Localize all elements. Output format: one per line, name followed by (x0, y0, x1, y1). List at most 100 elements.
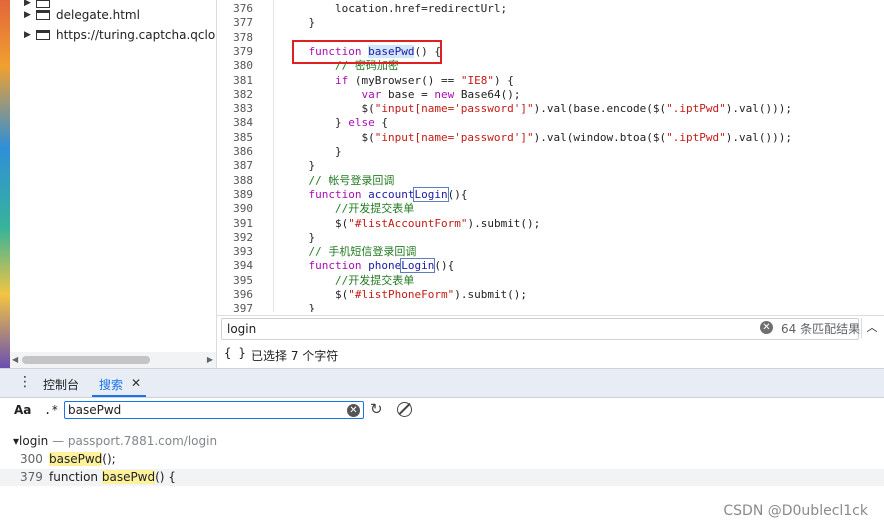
horizontal-scrollbar[interactable]: ◀ ▶ (10, 352, 216, 368)
expand-arrow-icon[interactable]: ▶ (24, 30, 36, 40)
pretty-print-icon[interactable]: { } (224, 346, 246, 360)
tab-console[interactable]: 控制台 (43, 376, 79, 393)
file-tree-item[interactable]: ▶ delegate.html (24, 6, 140, 24)
file-tree-item-label: delegate.html (56, 8, 140, 22)
match-count: 64 条匹配结果 (781, 322, 861, 336)
code-line: } (282, 302, 315, 312)
result-row[interactable]: 300 basePwd(); (0, 451, 884, 468)
code-token: (){ (434, 259, 455, 273)
find-bar: login ✕ 64 条匹配结果 ︿ (217, 315, 884, 342)
code-token: "input[name='password']" (374, 130, 534, 144)
line-number-gutter: 376 377 378 379 380 381 382 383 384 385 386 387 388 3… (217, 0, 273, 315)
line-number[interactable]: 385 (213, 131, 253, 145)
code-token: $( (282, 130, 375, 144)
line-number[interactable]: 394 (213, 259, 253, 273)
line-number[interactable]: 393 (213, 245, 253, 259)
line-number[interactable]: 390 (213, 202, 253, 216)
code-token: function (308, 259, 362, 273)
result-row[interactable]: 379 function basePwd() { (0, 469, 884, 486)
code-token: } (282, 302, 316, 312)
line-number[interactable]: 396 (213, 288, 253, 302)
line-number[interactable]: 382 (213, 88, 253, 102)
line-number[interactable]: 378 (213, 31, 253, 45)
code-token: $( (282, 288, 349, 301)
line-number[interactable]: 395 (213, 274, 253, 288)
scrollbar-thumb[interactable] (22, 356, 150, 364)
code-token: ".iptPwd" (666, 102, 726, 116)
code-token: } (282, 145, 342, 158)
expand-arrow-icon[interactable]: ▶ (24, 10, 36, 20)
code-line: $("#listAccountForm").submit(); (282, 217, 540, 231)
refresh-icon[interactable]: ↻ (370, 400, 383, 418)
code-token: } (282, 16, 316, 30)
code-token: var (361, 87, 382, 101)
line-number[interactable]: 389 (213, 188, 253, 202)
close-tab-icon[interactable]: ✕ (131, 376, 141, 390)
line-number[interactable]: 384 (213, 116, 253, 130)
chevron-up-icon[interactable]: ︿ (861, 318, 882, 338)
result-match: basePwd (101, 470, 156, 484)
code-line: location.href=redirectUrl; (282, 2, 507, 16)
code-token: (){ (447, 187, 468, 201)
line-number[interactable]: 387 (213, 159, 253, 173)
code-token: "#listAccountForm" (348, 216, 468, 230)
code-token: //开发提交表单 (334, 273, 415, 287)
line-number[interactable]: 386 (213, 145, 253, 159)
scroll-right-icon[interactable]: ▶ (207, 355, 213, 364)
code-token: } (282, 230, 316, 244)
line-number[interactable]: 383 (213, 102, 253, 116)
result-file-header[interactable]: ▾login — passport.7881.com/login (13, 434, 217, 448)
watermark: CSDN @D0ublecl1ck (723, 503, 868, 519)
code-token: account (368, 187, 415, 201)
line-number[interactable]: 377 (213, 16, 253, 30)
code-token: ).val())); (725, 102, 792, 116)
code-token: "#listPhoneForm" (348, 288, 455, 301)
clear-find-icon[interactable]: ✕ (760, 321, 773, 334)
regex-button[interactable]: .* (44, 403, 58, 417)
line-number[interactable]: 380 (213, 59, 253, 73)
search-input[interactable]: basePwd (64, 401, 364, 419)
code-line: } else { (282, 116, 388, 130)
code-token: Login (413, 186, 449, 202)
line-number[interactable]: 379 (213, 45, 253, 59)
code-line: $("#listPhoneForm").submit(); (282, 288, 527, 302)
code-token: "IE8" (460, 73, 494, 87)
line-number[interactable]: 392 (213, 231, 253, 245)
selection-status: 已选择 7 个字符 (251, 349, 339, 363)
result-file-path: — passport.7881.com/login (52, 434, 218, 448)
line-number[interactable]: 381 (213, 74, 253, 88)
code-line: } (282, 16, 315, 30)
line-number[interactable]: 376 (213, 2, 253, 16)
tab-search[interactable]: 搜索 (99, 376, 123, 393)
result-line-number: 379 (20, 470, 43, 484)
result-text: function basePwd() { (49, 470, 176, 484)
annotation-highlight-box (292, 40, 442, 64)
clear-search-icon[interactable]: ✕ (347, 404, 360, 417)
line-number[interactable]: 391 (213, 217, 253, 231)
scroll-left-icon[interactable]: ◀ (12, 355, 18, 364)
code-line: if (myBrowser() == "IE8") { (282, 74, 514, 88)
code-line: var base = new Base64(); (282, 88, 520, 102)
cancel-icon[interactable] (397, 402, 412, 417)
code-line: } (282, 231, 315, 245)
code-line: } (282, 159, 315, 173)
code-token: ).submit(); (467, 216, 541, 230)
code-token: ).val(base.encode($( (533, 102, 667, 116)
more-menu-icon[interactable]: ⋮ (18, 375, 32, 389)
code-token: function (308, 187, 362, 201)
match-case-button[interactable]: Aa (14, 403, 31, 417)
line-number[interactable]: 388 (213, 174, 253, 188)
code-token: (myBrowser() == (348, 73, 461, 87)
code-line: } (282, 145, 342, 159)
code-line: //开发提交表单 (282, 202, 414, 216)
drawer-tab-bar: ⋮ 控制台 搜索 ✕ (0, 368, 884, 398)
code-line: $("input[name='password']").val(base.enc… (282, 102, 792, 116)
code-line: function phoneLogin(){ (282, 258, 455, 274)
file-tree-item[interactable]: ▶ https://turing.captcha.qcloud. (24, 26, 216, 44)
code-token: else (348, 116, 375, 130)
